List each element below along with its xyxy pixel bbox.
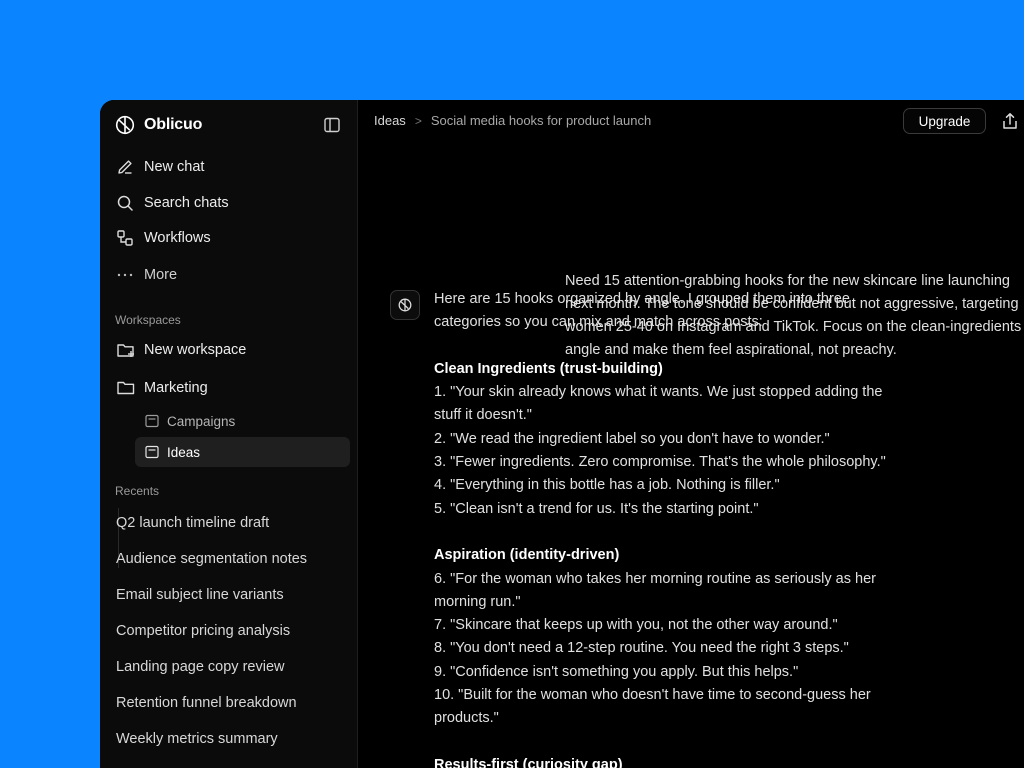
more-label: More	[144, 267, 178, 283]
folder-plus-icon	[116, 340, 136, 360]
message-line: 3. "Fewer ingredients. Zero compromise. …	[434, 454, 886, 471]
main-panel: Ideas > Social media hooks for product l…	[358, 100, 1024, 768]
message-line: 9. "Confidence isn't something you apply…	[434, 663, 799, 680]
message-section-heading: Aspiration (identity-driven)	[434, 547, 620, 564]
recent-chat-item[interactable]: Q2 launch timeline draft	[116, 515, 269, 531]
message-line: 4. "Everything in this bottle has a job.…	[434, 477, 780, 494]
workspace-sub-campaigns[interactable]: Campaigns	[135, 406, 350, 436]
assistant-message: Here are 15 hooks organized by angle. I …	[434, 288, 934, 768]
message-line: morning run."	[434, 593, 521, 610]
breadcrumb-separator: >	[414, 113, 422, 128]
new-chat-label: New chat	[144, 159, 205, 175]
ellipsis-icon	[116, 266, 134, 284]
message-line: 10. "Built for the woman who doesn't hav…	[434, 687, 871, 704]
breadcrumb-current: Social media hooks for product launch	[430, 113, 652, 128]
marketing-label: Marketing	[144, 380, 208, 396]
message-line: 1. "Your skin already knows what it want…	[434, 384, 883, 401]
more-button[interactable]: More	[116, 262, 177, 288]
topbar: Ideas > Social media hooks for product l…	[358, 100, 1024, 142]
message-line: categories so you can mix and match acro…	[434, 314, 763, 331]
share-icon[interactable]	[1000, 110, 1020, 132]
message-line: 6. "For the woman who takes her morning …	[434, 570, 876, 587]
recent-chat-item[interactable]: Weekly metrics summary	[116, 731, 278, 747]
oblicuo-logo-icon	[115, 115, 135, 135]
workspace-sub-ideas[interactable]: Ideas	[135, 437, 350, 467]
workspace-marketing[interactable]: Marketing	[116, 376, 208, 400]
doc-icon	[145, 445, 159, 459]
new-chat-button[interactable]: New chat	[116, 154, 204, 180]
workflows-button[interactable]: Workflows	[116, 225, 211, 251]
search-icon	[116, 194, 134, 212]
folder-icon	[116, 378, 136, 398]
recents-heading: Recents	[115, 484, 160, 498]
workflow-icon	[116, 229, 134, 247]
search-chats-label: Search chats	[144, 195, 229, 211]
search-chats-button[interactable]: Search chats	[116, 190, 229, 216]
message-line: 2. "We read the ingredient label so you …	[434, 430, 830, 447]
sidebar: Oblicuo New chat Search chats Workflows	[100, 100, 358, 768]
message-line: stuff it doesn't."	[434, 407, 532, 424]
recent-chat-item[interactable]: Retention funnel breakdown	[116, 695, 297, 711]
recent-chat-item[interactable]: Competitor pricing analysis	[116, 623, 290, 639]
sidebar-toggle-icon[interactable]	[323, 116, 341, 134]
breadcrumb-root[interactable]: Ideas	[374, 113, 406, 128]
message-line: Here are 15 hooks organized by angle. I …	[434, 291, 850, 307]
recent-chat-item[interactable]: Landing page copy review	[116, 659, 284, 675]
campaigns-label: Campaigns	[167, 413, 236, 429]
new-workspace-label: New workspace	[144, 342, 247, 358]
message-section-heading: Clean Ingredients (trust-building)	[434, 360, 663, 377]
recent-chat-item[interactable]: Audience segmentation notes	[116, 551, 307, 567]
message-line: 7. "Skincare that keeps up with you, not…	[434, 617, 838, 634]
brand-row: Oblicuo	[115, 114, 341, 136]
message-line: 8. "You don't need a 12-step routine. Yo…	[434, 640, 849, 657]
workspaces-heading: Workspaces	[115, 313, 181, 327]
pencil-icon	[116, 158, 134, 176]
app-name: Oblicuo	[144, 116, 203, 133]
recent-chat-item[interactable]: Email subject line variants	[116, 587, 284, 603]
message-line: 5. "Clean isn't a trend for us. It's the…	[434, 500, 759, 517]
doc-icon	[145, 414, 159, 428]
new-workspace-button[interactable]: New workspace	[116, 338, 246, 362]
message-line: products."	[434, 710, 499, 727]
upgrade-button[interactable]: Upgrade	[903, 108, 986, 134]
message-section-heading: Results-first (curiosity gap)	[434, 756, 623, 768]
assistant-avatar-icon	[390, 290, 420, 320]
workflows-label: Workflows	[144, 230, 211, 246]
breadcrumb: Ideas > Social media hooks for product l…	[374, 113, 651, 128]
app-window: Oblicuo New chat Search chats Workflows	[100, 100, 1024, 768]
ideas-label: Ideas	[167, 444, 201, 460]
